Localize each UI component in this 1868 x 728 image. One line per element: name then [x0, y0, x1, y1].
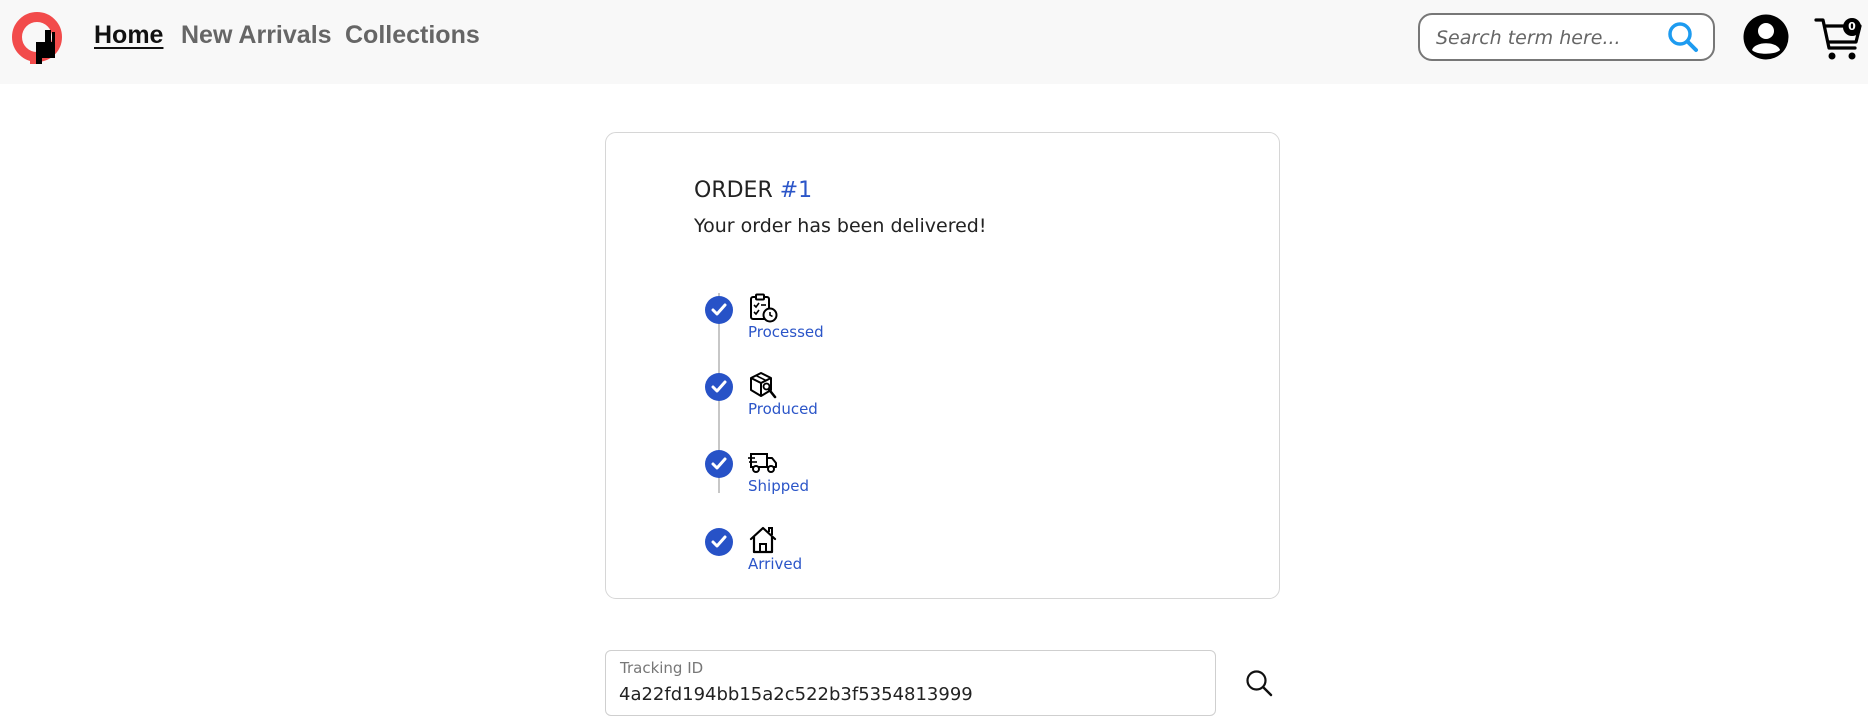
search-icon[interactable]: [1666, 20, 1700, 54]
house-icon: [749, 526, 777, 554]
order-status-message: Your order has been delivered!: [694, 215, 987, 237]
top-navbar: Home New Arrivals Collections 0: [0, 0, 1868, 84]
tracking-id-field: Tracking ID: [605, 650, 1216, 716]
nav-link-collections[interactable]: Collections: [345, 21, 480, 50]
clipboard-clock-icon: [750, 293, 778, 323]
box-wrench-icon: [750, 372, 777, 399]
check-icon: [705, 450, 733, 478]
tracking-id-label: Tracking ID: [620, 659, 704, 677]
truck-icon: [748, 453, 777, 473]
order-status-card: ORDER #1 Your order has been delivered! …: [605, 132, 1280, 599]
order-number: #1: [779, 178, 813, 203]
check-icon: [705, 373, 733, 401]
timeline-step-arrived: Arrived: [705, 526, 905, 588]
brand-logo[interactable]: [12, 8, 66, 66]
timeline-step-processed: Processed: [705, 293, 905, 356]
nav-link-new-arrivals[interactable]: New Arrivals: [181, 21, 332, 50]
check-icon: [705, 296, 733, 324]
step-label-shipped: Shipped: [748, 477, 809, 495]
search-input[interactable]: [1434, 23, 1658, 53]
step-label-processed: Processed: [748, 323, 824, 341]
tracking-id-input[interactable]: [619, 681, 1179, 707]
step-label-produced: Produced: [748, 400, 818, 418]
timeline-step-shipped: Shipped: [705, 450, 905, 510]
order-title: ORDER #1: [694, 178, 812, 203]
order-title-prefix: ORDER: [694, 178, 773, 203]
timeline-step-produced: Produced: [705, 372, 905, 433]
user-profile-icon[interactable]: [1743, 14, 1789, 60]
cart-count-badge: 0: [1843, 18, 1861, 36]
search-box: [1418, 13, 1715, 61]
step-label-arrived: Arrived: [748, 555, 803, 573]
check-icon: [705, 528, 733, 556]
search-icon[interactable]: [1244, 668, 1274, 698]
nav-link-home[interactable]: Home: [94, 21, 163, 50]
